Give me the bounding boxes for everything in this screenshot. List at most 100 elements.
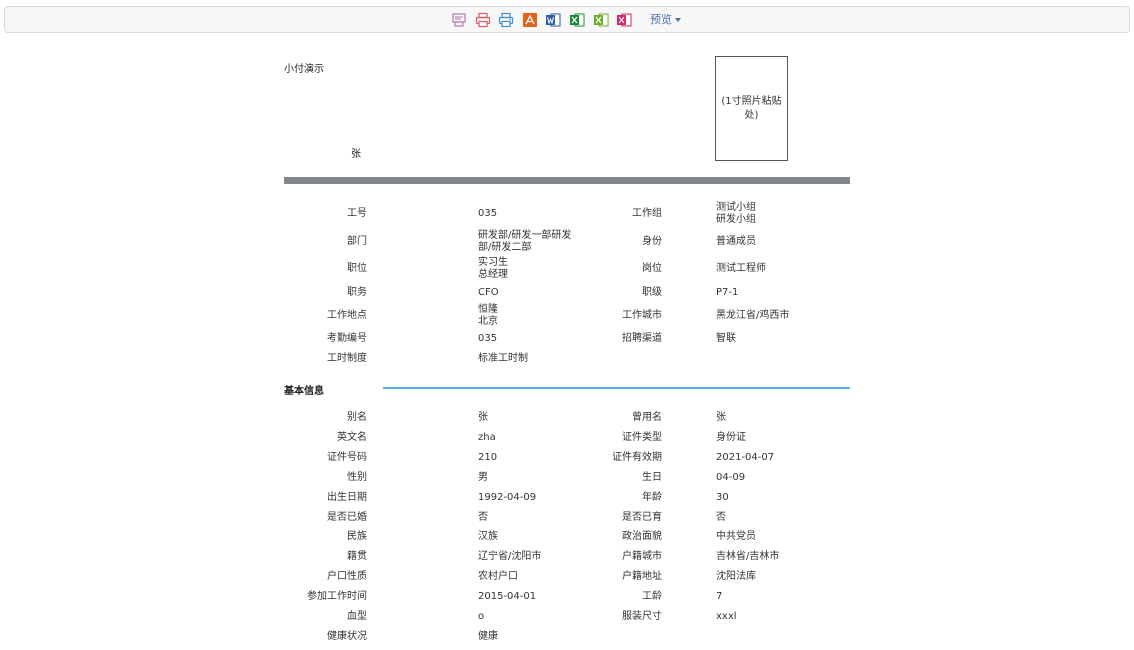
info-row: 工号 035 工作组 测试小组 研发小组 [284,202,850,225]
field-value-line: CFO [478,287,499,298]
word-export-icon [546,13,561,27]
field-label: 服装尺寸 [622,611,662,622]
field-label: 曾用名 [632,412,662,423]
field-value: 7 [716,591,722,603]
field-label: 英文名 [337,432,367,443]
field-label: 民族 [347,531,367,542]
field-value-line: 标准工时制 [478,353,528,364]
preview-label: 预览 [650,13,672,26]
field-value: 研发部/研发一部研发 部/研发二部 [478,230,571,254]
field-value: 测试工程师 [716,263,766,275]
field-value: xxxl [716,611,737,623]
field-label: 职务 [347,287,367,298]
field-label: 工作城市 [622,310,662,321]
field-label: 是否已育 [622,512,662,523]
word-export-button[interactable] [545,12,561,28]
excel-export-button[interactable] [569,12,585,28]
info-row: 出生日期 1992-04-09 年龄 30 [284,488,850,508]
field-value: 30 [716,492,729,504]
excel-paged-export-button[interactable] [593,12,609,28]
export-icon-group [451,12,640,28]
field-label: 身份 [642,236,662,247]
field-value-line: 恒隆 [478,304,498,315]
field-value: 健康 [478,631,498,643]
field-value-line: 吉林省/吉林市 [716,551,780,562]
field-value-line: 沈阳法库 [716,571,756,582]
caret-down-icon [675,18,681,22]
field-value: 张 [478,412,488,424]
field-label: 出生日期 [327,492,367,503]
field-value: 身份证 [716,432,746,444]
field-value-line: 中共党员 [716,531,756,542]
field-label: 工龄 [642,591,662,602]
field-label: 工号 [347,208,367,219]
excel-sheet-export-icon [617,13,632,27]
header-divider [284,177,850,184]
field-value-line: 智联 [716,333,736,344]
field-label: 工作地点 [327,310,367,321]
field-value-line: o [478,611,485,622]
field-label: 血型 [347,611,367,622]
field-value: 辽宁省/沈阳市 [478,551,541,563]
field-value: 04-09 [716,472,745,484]
info-row: 性别 男 生日 04-09 [284,468,850,488]
field-label: 户籍地址 [622,571,662,582]
field-value-line: 普通成员 [716,236,756,247]
field-value: 张 [716,412,726,424]
field-value-line: 辽宁省/沈阳市 [478,551,542,562]
field-value-line: 210 [478,452,498,463]
field-label: 考勤编号 [327,333,367,344]
field-label: 健康状况 [327,631,367,642]
excel-paged-export-icon [593,13,609,27]
preview-dropdown[interactable]: 预览 [650,13,681,27]
pdf-export-button[interactable] [522,12,538,28]
field-value-line: 04-09 [716,472,746,483]
field-label: 职级 [642,287,662,298]
field-value: zha [478,432,496,444]
print-button[interactable] [475,12,491,28]
field-value: 沈阳法库 [716,571,756,583]
field-value: P7-1 [716,287,738,299]
field-value-line: 农村户口 [478,571,518,582]
field-value-line: 30 [716,492,729,503]
field-value-line: 男 [478,472,488,483]
info-row: 职务 CFO 职级 P7-1 [284,283,850,303]
field-value: 035 [478,208,497,220]
info-row: 工时制度 标准工时制 [284,349,850,369]
field-label: 证件有效期 [612,452,662,463]
field-value-line: 测试工程师 [716,263,766,274]
field-value: 汉族 [478,531,498,543]
field-value: 恒隆 北京 [478,304,498,328]
print-icon [475,12,490,28]
field-value-line: 035 [478,333,498,344]
basic-info-title: 基本信息 [284,386,324,397]
field-label: 户口性质 [327,571,367,582]
field-label: 别名 [347,412,367,423]
excel-sheet-export-button[interactable] [616,12,632,28]
info-row: 户口性质 农村户口 户籍地址 沈阳法库 [284,567,850,587]
direct-print-button[interactable] [498,12,514,28]
field-value: CFO [478,287,499,299]
field-value-line: 张 [716,412,726,423]
field-value-line: 张 [478,412,488,423]
field-value: 1992-04-09 [478,492,536,504]
field-value: 2015-04-01 [478,591,536,603]
field-value-line: 实习生 [478,257,508,268]
field-value-line: 研发部/研发一部研发 [478,230,572,241]
field-label: 部门 [347,236,367,247]
field-value: o [478,611,484,623]
field-label: 职位 [347,263,367,274]
info-row: 参加工作时间 2015-04-01 工龄 7 [284,587,850,607]
print-setup-icon [452,13,466,27]
info-row: 血型 o 服装尺寸 xxxl [284,607,850,627]
info-row: 籍贯 辽宁省/沈阳市 户籍城市 吉林省/吉林市 [284,547,850,567]
field-value-line: 2021-04-07 [716,452,775,463]
print-setup-button[interactable] [451,12,467,28]
employee-name: 张 [351,149,361,160]
field-label: 证件类型 [622,432,662,443]
info-row: 英文名 zha 证件类型 身份证 [284,428,850,448]
excel-export-icon [569,13,585,27]
info-row: 职位 实习生 总经理 岗位 测试工程师 [284,257,850,280]
field-value: 智联 [716,333,736,345]
field-label: 户籍城市 [622,551,662,562]
